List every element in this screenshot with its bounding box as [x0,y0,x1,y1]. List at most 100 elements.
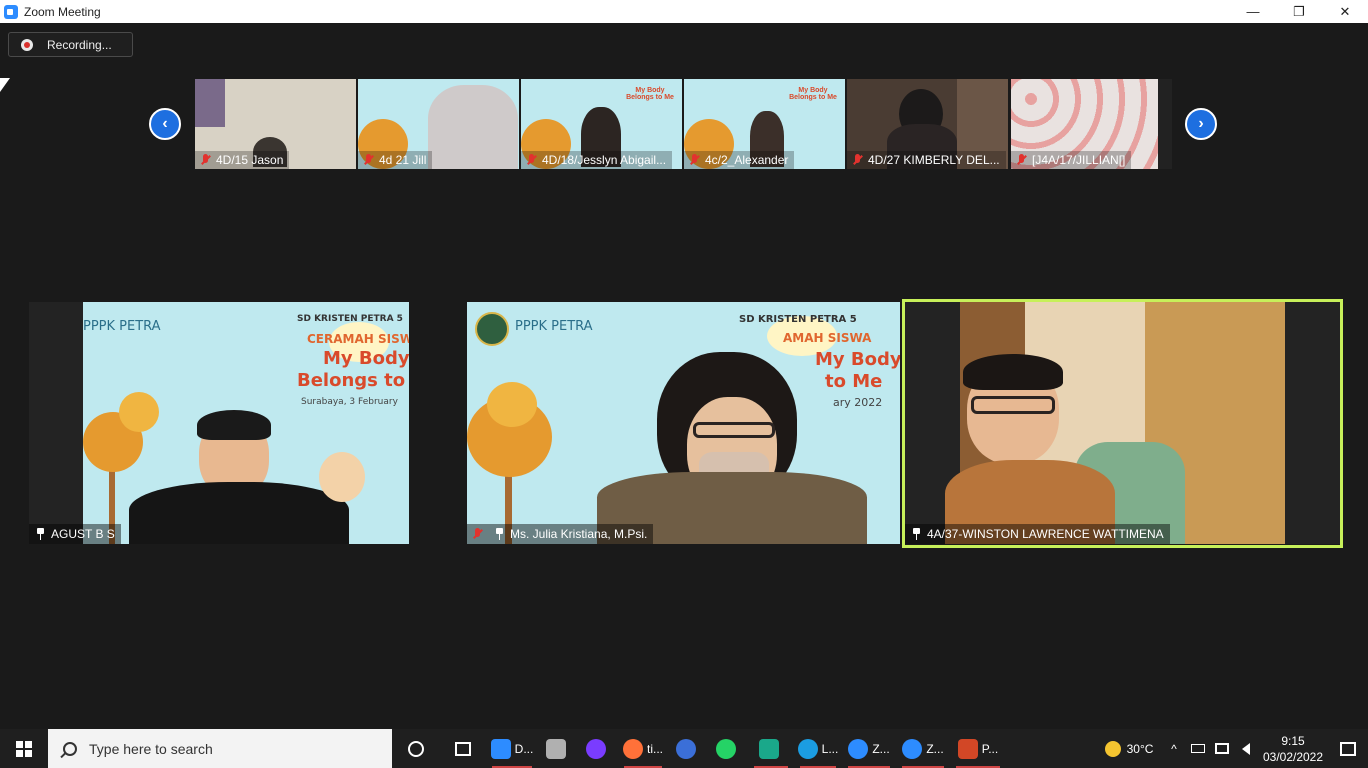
windows-taskbar: Type here to search D... ti... L... Z...… [0,729,1368,768]
battery-button[interactable] [1186,729,1210,768]
taskbar-app[interactable]: D... [486,729,538,768]
cortana-button[interactable] [392,729,440,768]
zoom-icon [848,738,869,759]
taskbar-app-label: D... [514,741,534,756]
taskbar-app[interactable]: Z... [896,729,950,768]
participant-thumbnail[interactable]: My Body Belongs to Me 4D/18/Jesslyn Abig… [521,79,682,169]
taskbar-app[interactable] [748,729,794,768]
clock-time: 9:15 [1281,733,1305,748]
taskbar-app[interactable]: Z... [842,729,896,768]
filmora-icon [759,738,779,759]
network-button[interactable] [1210,729,1234,768]
taskbar-app-label: P... [981,741,999,756]
participant-name: 4D/15 Jason [216,153,284,167]
weather-widget[interactable]: 30°C [1096,729,1162,768]
school-logo-icon [475,312,509,346]
mic-muted-icon [471,528,485,540]
participant-name: 4c/2_Alexander [705,153,789,167]
audio-icon [586,738,606,759]
search-icon [63,741,77,756]
weather-temperature: 30°C [1126,741,1154,756]
participant-name: 4d 21 Jill [379,153,427,167]
taskbar-app[interactable] [668,729,708,768]
participant-video-tile[interactable]: PPPK PETRA SD KRISTEN PETRA 5 AMAH SISWA… [467,302,900,544]
zoom-icon [902,738,923,759]
restore-button[interactable]: ❐ [1276,0,1322,23]
participant-thumbnail[interactable]: [J4A/17/JILLIAN[] [1011,79,1172,169]
taskbar-app[interactable]: P... [950,729,1006,768]
taskbar-app-label: ti... [646,741,663,756]
recording-indicator[interactable]: Recording... [8,32,133,57]
slide-date-text: ary 2022 [833,396,883,409]
taskbar-app[interactable] [708,729,748,768]
volume-button[interactable] [1234,729,1258,768]
slide-event-text: AMAH SISWA [783,331,872,345]
notification-icon [1340,741,1356,756]
participant-name-label: 4D/27 KIMBERLY DEL... [847,151,1006,169]
mic-muted-icon [525,154,539,166]
taskbar-app-label: L... [821,741,839,756]
task-view-icon [455,741,471,756]
taskbar-app-label: Z... [926,741,944,756]
participant-name-label: [J4A/17/JILLIAN[] [1011,151,1132,169]
slide-title-line2: Belongs to [297,370,406,391]
participant-name-label: Ms. Julia Kristiana, M.Psi. [467,524,654,544]
gallery-prev-button[interactable]: ‹ [149,108,181,140]
window-titlebar: Zoom Meeting — ❐ ✕ [0,0,1368,23]
pin-icon [35,528,47,540]
mic-muted-icon [362,154,376,166]
participant-name-label: 4d 21 Jill [358,151,433,169]
gallery-next-button[interactable]: › [1185,108,1217,140]
participant-name-label: 4c/2_Alexander [684,151,795,169]
participant-thumbnail[interactable]: 4D/27 KIMBERLY DEL... [847,79,1008,169]
active-speaker-highlight [902,299,1343,548]
cortana-icon [408,740,424,757]
show-hidden-icons-button[interactable]: ^ [1162,729,1186,768]
record-icon [21,38,33,51]
taskbar-app[interactable]: L... [794,729,842,768]
participant-thumbnail[interactable]: My Body Belongs to Me 4c/2_Alexander [684,79,845,169]
participant-thumbnail[interactable]: 4D/15 Jason [195,79,356,169]
meeting-stage: Recording... ‹ › 4D/15 Jason 4d 21 Jill … [0,23,1368,729]
participant-video-tile[interactable]: PPPK PETRA SD KRISTEN PETRA 5 CERAMAH SI… [29,302,409,544]
participant-thumbnail[interactable]: 4d 21 Jill [358,79,519,169]
clock-date: 03/02/2022 [1262,749,1324,764]
window-title: Zoom Meeting [24,4,101,19]
taskbar-app[interactable] [538,729,578,768]
slide-title-line1: My Body [323,348,409,369]
chevron-up-icon: ^ [1171,741,1177,756]
edge-icon [797,738,818,759]
taskbar-app[interactable]: ti... [618,729,668,768]
minimize-button[interactable]: — [1230,0,1276,23]
settings-icon [546,738,566,759]
participant-name-label: AGUST B S [29,524,121,544]
window-controls: — ❐ ✕ [1230,0,1368,23]
zoom-app-icon [4,4,18,19]
weather-sun-icon [1104,740,1121,757]
pin-icon [494,528,506,540]
taskbar-app[interactable] [578,729,618,768]
recording-label: Recording... [47,37,112,52]
task-view-button[interactable] [440,729,486,768]
mic-muted-icon [199,154,213,166]
notifications-button[interactable] [1328,729,1368,768]
slide-event-text: CERAMAH SISWA [307,332,409,346]
slide-school-text: SD KRISTEN PETRA 5 [739,314,857,325]
mouse-cursor-icon [0,78,10,92]
download-icon [490,738,511,759]
mic-muted-icon [851,154,865,166]
participant-name: [J4A/17/JILLIAN[] [1032,153,1126,167]
participant-name: 4D/27 KIMBERLY DEL... [868,153,1000,167]
participant-name-label: 4D/15 Jason [195,151,290,169]
taskbar-app-label: Z... [872,741,890,756]
slide-org-text: PPPK PETRA [515,319,593,334]
windows-logo-icon [16,740,32,757]
mic-muted-icon [1015,154,1029,166]
close-button[interactable]: ✕ [1322,0,1368,23]
firefox-icon [622,738,643,759]
search-placeholder: Type here to search [89,740,213,757]
start-button[interactable] [0,729,48,768]
taskbar-search-box[interactable]: Type here to search [48,729,392,768]
taskbar-clock[interactable]: 9:15 03/02/2022 [1258,733,1328,765]
globe-icon [676,738,696,759]
